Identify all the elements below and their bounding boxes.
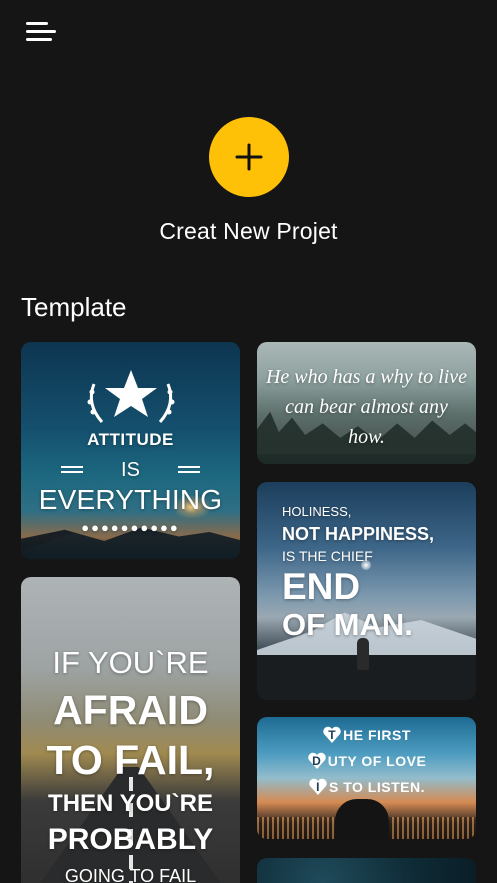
quote-text: He who has a why to live can bear almost…: [265, 366, 468, 448]
template-card-holiness[interactable]: HOLINESS, NOT HAPPINESS, IS THE CHIEF EN…: [257, 482, 476, 700]
heart-icon: T: [322, 725, 342, 745]
love-line-3-initial: I: [316, 780, 320, 794]
menu-line: [26, 30, 56, 33]
not-happiness-text: NOT HAPPINESS,: [282, 524, 435, 544]
decor-dots: ●●●●●●●●●●: [81, 520, 180, 535]
love-line-1: T HE FIRST: [257, 725, 476, 745]
holiness-text: HOLINESS,: [282, 504, 352, 519]
is-the-chief-text: IS THE CHIEF: [282, 548, 373, 564]
afraid-text: AFRAID: [53, 687, 208, 733]
star-icon: [87, 370, 174, 423]
hamburger-menu-icon: [26, 22, 48, 25]
template-card-partial[interactable]: [257, 858, 476, 883]
going-to-fail-text: GOING TO FAIL: [64, 866, 197, 883]
if-youre-text: IF YOU`RE: [52, 645, 209, 680]
to-fail-text: TO FAIL,: [46, 737, 215, 783]
heart-icon: I: [308, 777, 328, 797]
love-line-2: D UTY OF LOVE: [257, 751, 476, 771]
menu-line: [26, 38, 52, 41]
everything-text: EVERYTHING: [38, 484, 223, 515]
menu-button[interactable]: [26, 20, 58, 46]
template-card-quote[interactable]: He who has a why to live can bear almost…: [257, 342, 476, 464]
love-line-3-text: S TO LISTEN.: [329, 779, 425, 795]
template-card-afraid[interactable]: IF YOU`RE AFRAID TO FAIL, THEN YOU`RE PR…: [21, 577, 240, 883]
is-text: IS: [121, 459, 140, 481]
plus-icon: [235, 143, 263, 171]
decor-dash: [178, 466, 200, 473]
love-line-3: I S TO LISTEN.: [257, 777, 476, 797]
laurel-star-emblem: [21, 362, 240, 432]
create-new-project-label: Creat New Projet: [159, 218, 338, 244]
end-text: END: [282, 566, 361, 607]
template-card-love[interactable]: T HE FIRST D UTY OF LOVE I S TO LISTEN.: [257, 717, 476, 839]
heart-icon: D: [307, 751, 327, 771]
attitude-text: ATTITUDE: [87, 430, 174, 449]
love-line-2-initial: D: [312, 754, 322, 768]
then-youre-text: THEN YOU`RE: [48, 790, 213, 817]
love-line-2-text: UTY OF LOVE: [327, 753, 427, 769]
template-section-title: Template: [21, 292, 127, 322]
of-man-text: OF MAN.: [282, 607, 413, 642]
probably-text: PROBABLY: [47, 823, 214, 856]
love-line-1-text: HE FIRST: [343, 727, 411, 743]
create-new-project-button[interactable]: [209, 117, 289, 197]
love-line-1-initial: T: [328, 728, 337, 742]
couple-silhouette: [335, 799, 389, 839]
template-card-attitude[interactable]: ATTITUDE IS EVERYTHING ●●●●●●●●●●: [21, 342, 240, 559]
